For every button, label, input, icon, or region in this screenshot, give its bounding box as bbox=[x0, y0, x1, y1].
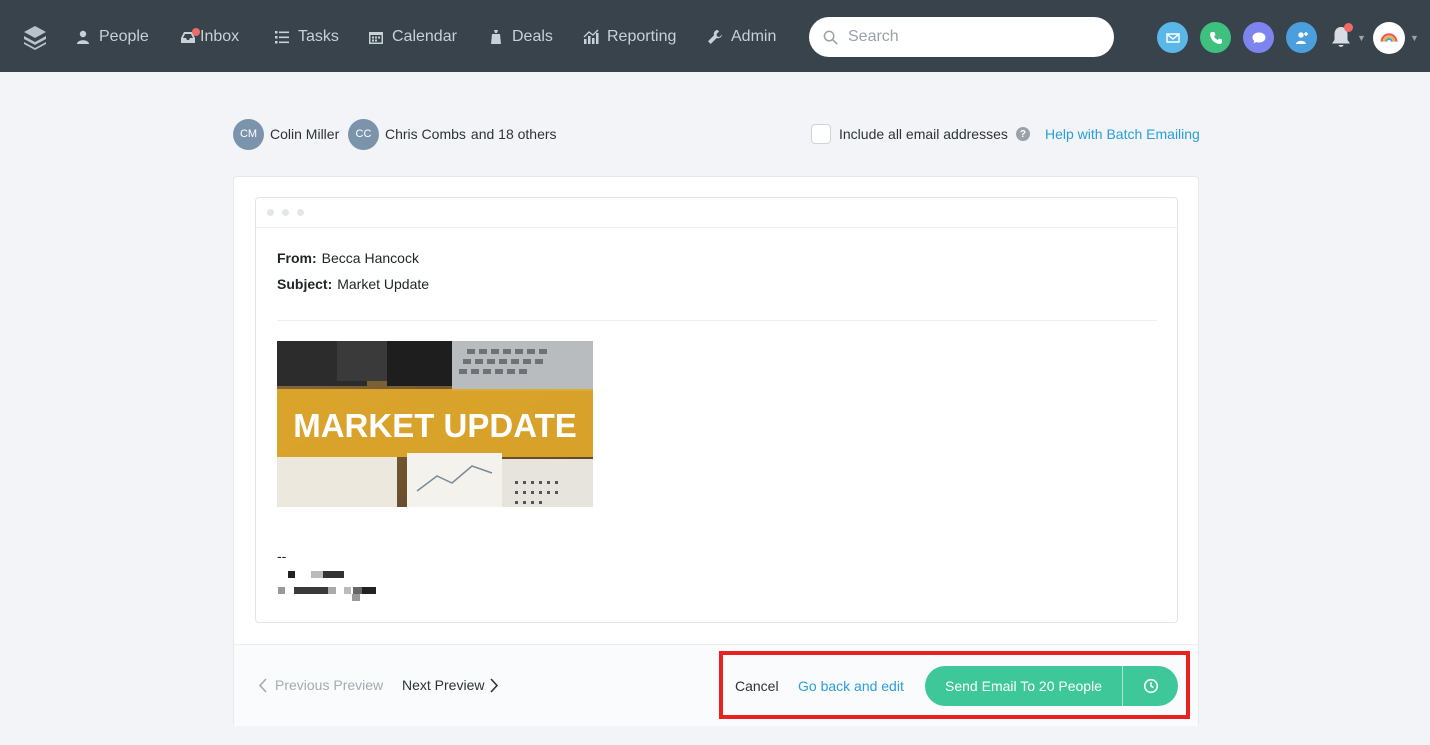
email-subject: Subject: Market Update bbox=[277, 276, 429, 292]
next-preview-button[interactable]: Next Preview bbox=[402, 677, 499, 693]
avatar: CC bbox=[348, 118, 379, 150]
frame-window-dots bbox=[256, 198, 1177, 228]
call-action-button[interactable] bbox=[1200, 22, 1231, 53]
text-action-button[interactable] bbox=[1243, 22, 1274, 53]
recipient-name: Chris Combs bbox=[385, 126, 466, 142]
wrench-icon bbox=[708, 30, 722, 44]
chevron-left-icon bbox=[258, 677, 267, 693]
notifications-button[interactable] bbox=[1328, 23, 1354, 50]
nav-inbox-label: Inbox bbox=[200, 28, 240, 45]
redacted-signature-block bbox=[362, 587, 376, 594]
add-contact-action-button[interactable] bbox=[1286, 22, 1317, 53]
from-label: From: bbox=[277, 250, 317, 266]
top-nav-bar: People Inbox Tasks Calendar Deals Report… bbox=[0, 0, 1430, 72]
chevron-down-icon[interactable]: ▼ bbox=[1357, 33, 1366, 43]
banner-graphic: MARKET UPDATE bbox=[277, 341, 593, 507]
redacted-signature-block bbox=[323, 571, 344, 578]
person-icon bbox=[77, 30, 89, 44]
header-divider bbox=[277, 320, 1157, 321]
redacted-signature-block bbox=[353, 587, 362, 594]
nav-calendar-label: Calendar bbox=[392, 28, 457, 45]
dot-icon bbox=[282, 209, 289, 216]
redacted-signature-block bbox=[344, 587, 351, 594]
nav-admin[interactable]: Admin bbox=[707, 24, 776, 50]
next-preview-label: Next Preview bbox=[402, 677, 485, 693]
previous-preview-label: Previous Preview bbox=[275, 677, 384, 693]
redacted-signature-block bbox=[311, 571, 323, 578]
nav-admin-label: Admin bbox=[731, 28, 777, 45]
nav-people-label: People bbox=[99, 28, 149, 45]
phone-icon bbox=[1209, 31, 1222, 44]
user-avatar[interactable] bbox=[1373, 22, 1405, 54]
nav-people[interactable]: People bbox=[75, 24, 149, 50]
schedule-send-button[interactable] bbox=[1122, 666, 1178, 706]
redacted-signature-block bbox=[352, 594, 360, 601]
include-all-label: Include all email addresses bbox=[839, 126, 1008, 142]
recipient-chris: CC Chris Combs and 18 others bbox=[348, 118, 557, 150]
chart-icon bbox=[583, 29, 599, 44]
banner-title: MARKET UPDATE bbox=[293, 407, 577, 444]
send-email-button[interactable]: Send Email To 20 People bbox=[925, 666, 1122, 706]
search-box[interactable] bbox=[809, 17, 1114, 57]
email-from: From: Becca Hancock bbox=[277, 250, 419, 266]
add-person-icon bbox=[1295, 31, 1308, 44]
previous-preview-button[interactable]: Previous Preview bbox=[258, 677, 383, 693]
rainbow-logo-icon bbox=[1380, 33, 1398, 42]
market-update-banner-image: MARKET UPDATE bbox=[277, 341, 593, 507]
recipient-colin: CM Colin Miller bbox=[233, 118, 339, 150]
clock-icon bbox=[1143, 678, 1158, 694]
nav-tasks[interactable]: Tasks bbox=[274, 24, 339, 50]
envelope-icon bbox=[1165, 32, 1180, 43]
send-button-group: Send Email To 20 People bbox=[925, 666, 1178, 706]
deals-icon bbox=[491, 30, 501, 44]
list-icon bbox=[275, 31, 289, 44]
notification-dot bbox=[1344, 23, 1353, 32]
include-all-emails: Include all email addresses ? bbox=[811, 124, 1030, 144]
calendar-icon bbox=[369, 32, 383, 44]
redacted-signature-block bbox=[328, 587, 336, 594]
email-preview-frame: From: Becca Hancock Subject: Market Update bbox=[255, 197, 1178, 623]
nav-calendar[interactable]: Calendar bbox=[368, 24, 457, 50]
chevron-right-icon bbox=[490, 677, 499, 693]
chevron-down-icon[interactable]: ▼ bbox=[1410, 33, 1419, 43]
subject-label: Subject: bbox=[277, 276, 333, 292]
help-question-icon[interactable]: ? bbox=[1015, 127, 1030, 141]
go-back-and-edit-link[interactable]: Go back and edit bbox=[798, 678, 904, 694]
signature-separator: -- bbox=[277, 548, 287, 564]
chat-bubble-icon bbox=[1252, 32, 1265, 43]
nav-deals[interactable]: Deals bbox=[488, 24, 553, 50]
subject-value: Market Update bbox=[337, 276, 430, 292]
nav-deals-label: Deals bbox=[512, 28, 553, 45]
avatar: CM bbox=[233, 118, 264, 150]
search-input[interactable] bbox=[848, 28, 1088, 46]
inbox-unread-dot bbox=[192, 28, 200, 36]
dot-icon bbox=[267, 209, 274, 216]
email-preview-card: From: Becca Hancock Subject: Market Update bbox=[233, 176, 1199, 726]
help-batch-emailing-link[interactable]: Help with Batch Emailing bbox=[1045, 126, 1200, 142]
recipient-name: Colin Miller bbox=[270, 126, 340, 142]
app-logo-icon[interactable] bbox=[22, 24, 48, 50]
cancel-button[interactable]: Cancel bbox=[735, 678, 779, 694]
dot-icon bbox=[297, 209, 304, 216]
nav-tasks-label: Tasks bbox=[298, 28, 339, 45]
recipient-others-count[interactable]: and 18 others bbox=[471, 126, 557, 142]
from-value: Becca Hancock bbox=[321, 250, 419, 266]
email-action-button[interactable] bbox=[1157, 22, 1188, 53]
nav-inbox[interactable]: Inbox bbox=[180, 24, 239, 50]
nav-reporting-label: Reporting bbox=[607, 28, 677, 45]
redacted-signature-block bbox=[288, 571, 295, 578]
include-all-checkbox[interactable] bbox=[811, 124, 831, 144]
search-icon bbox=[823, 30, 838, 45]
redacted-signature-block bbox=[278, 587, 285, 594]
redacted-signature-block bbox=[294, 587, 328, 594]
nav-reporting[interactable]: Reporting bbox=[583, 24, 676, 50]
